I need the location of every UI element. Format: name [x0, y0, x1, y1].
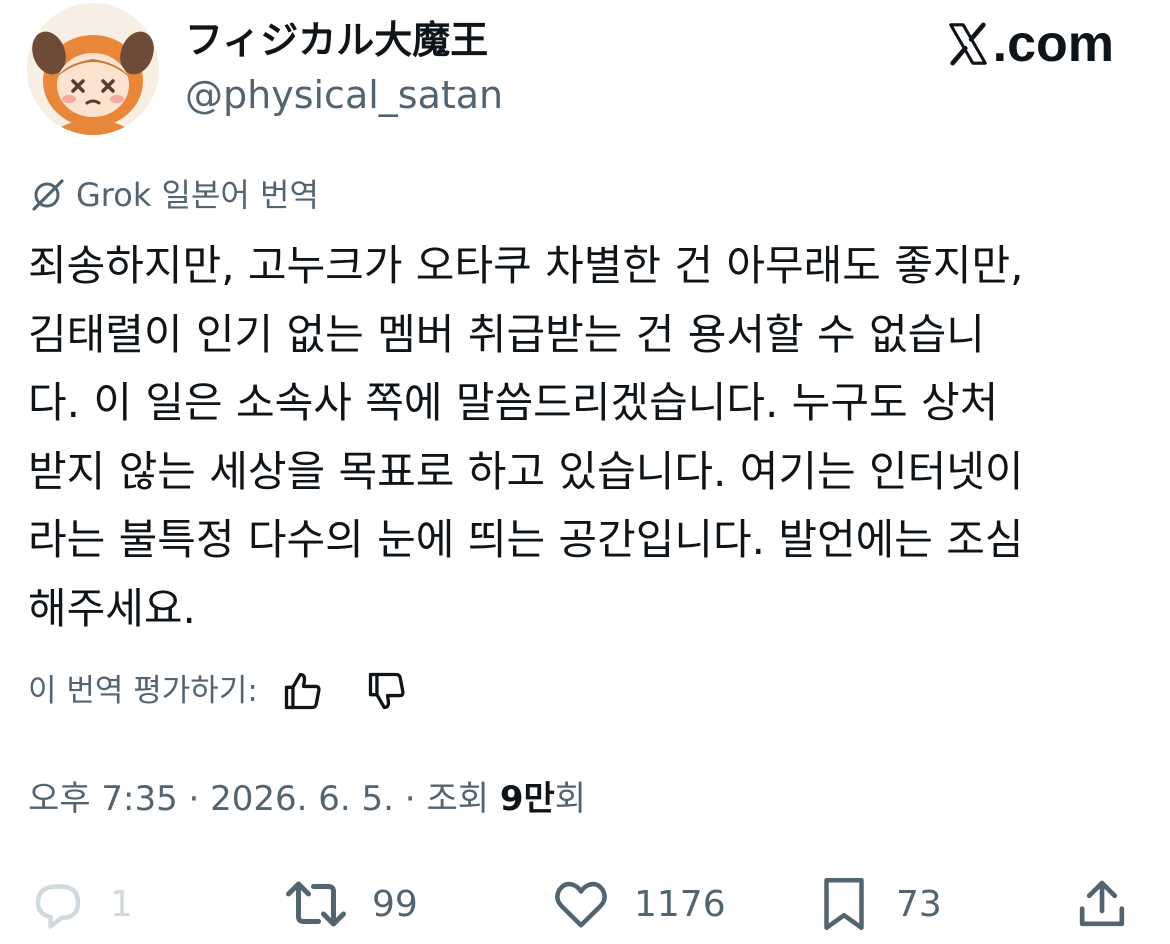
meta-separator: · [394, 779, 427, 819]
meta-separator: · [177, 779, 211, 819]
reply-count: 1 [110, 883, 133, 925]
translation-label-text: Grok 일본어 번역 [76, 176, 319, 214]
tweet-page: フィジカル大魔王 @physical_satan .com Grok 일본어 번… [0, 0, 1170, 944]
x-logo-icon [948, 22, 987, 66]
tweet-text: 죄송하지만, 고누크가 오타쿠 차별한 건 아무래도 좋지만, 김태렬이 인기 … [28, 232, 1148, 643]
rate-translation: 이 번역 평가하기: [28, 668, 410, 714]
grok-icon [32, 179, 64, 211]
tweet-text-line: 해주세요. [28, 583, 196, 633]
like-count: 1176 [634, 883, 726, 925]
tweet-text-line: 다. 이 일은 소속사 쪽에 말씀드리겠습니다. 누구도 상처 [28, 378, 999, 427]
tweet-text-line: 김태렬이 인기 없는 멤버 취급받는 건 용서할 수 없습니 [28, 309, 985, 359]
reply-button[interactable]: 1 [28, 874, 133, 934]
thumbs-down-button[interactable] [364, 668, 410, 714]
reply-icon [35, 884, 81, 929]
share-icon [1079, 880, 1125, 927]
thumbs-up-icon [284, 672, 321, 710]
views-label: 조회 [426, 779, 500, 819]
thumbs-up-button[interactable] [280, 668, 326, 714]
tweet-text-line: 받지 않는 세상을 목표로 하고 있습니다. 여기는 인터넷이 [28, 446, 1024, 496]
user-handle[interactable]: @physical_satan [185, 72, 503, 118]
like-button[interactable]: 1176 [550, 874, 726, 934]
rate-translation-label: 이 번역 평가하기: [28, 673, 258, 709]
views-count[interactable]: 9만 [500, 779, 555, 819]
bookmark-icon [824, 878, 864, 930]
tweet-text-line: 죄송하지만, 고누크가 오타쿠 차별한 건 아무래도 좋지만, [28, 241, 1024, 290]
thumbs-down-icon [368, 672, 405, 710]
tweet-text-line: 라는 불특정 다수의 눈에 띄는 공간입니다. 발언에는 조심 [28, 515, 1024, 564]
bookmark-count: 73 [896, 883, 942, 925]
views-suffix: 회 [554, 779, 587, 819]
site-logo-text: .com [992, 15, 1114, 73]
translation-label[interactable]: Grok 일본어 번역 [28, 174, 319, 216]
avatar[interactable] [27, 3, 159, 135]
tweet-meta: 오후 7:35 · 2026. 6. 5. · 조회 9만회 [28, 776, 586, 822]
tweet-time[interactable]: 오후 7:35 [28, 779, 178, 819]
share-button[interactable] [1074, 874, 1130, 934]
retweet-button[interactable]: 99 [282, 874, 418, 934]
bookmark-button[interactable]: 73 [814, 874, 942, 934]
display-name[interactable]: フィジカル大魔王 [185, 16, 488, 64]
tweet-date[interactable]: 2026. 6. 5. [210, 779, 394, 819]
retweet-count: 99 [372, 883, 418, 925]
avatar-image [27, 3, 159, 135]
retweet-icon [286, 881, 346, 927]
site-logo: .com [945, 14, 1114, 74]
heart-icon [555, 881, 607, 928]
